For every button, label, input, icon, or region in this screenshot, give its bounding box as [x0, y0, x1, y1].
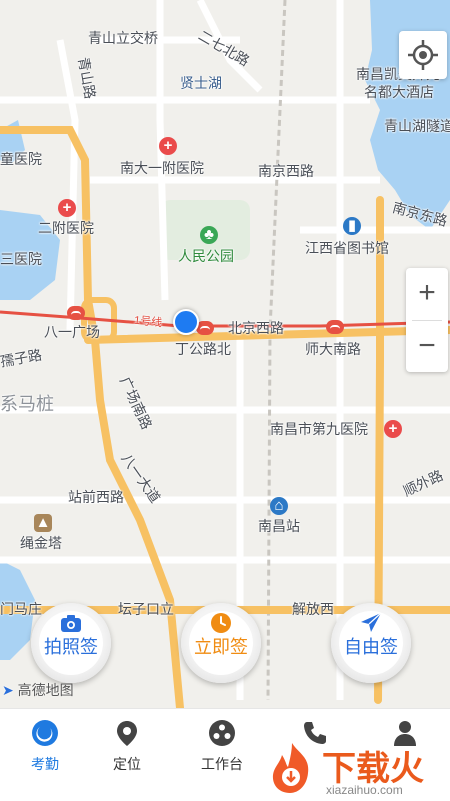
map-label-qingshan-bridge: 青山立交桥: [88, 30, 158, 46]
map-label-metro-line1: 1号线: [133, 314, 163, 330]
current-location-dot: [173, 309, 199, 335]
library-pin-icon: ▮: [343, 217, 361, 235]
flame-logo-icon: [272, 743, 309, 793]
map-label-nanda-hospital: 南大一附医院: [120, 160, 204, 176]
crosshair-icon: [408, 40, 438, 70]
hospital-pin-icon: +: [384, 420, 402, 438]
zoom-in-button[interactable]: +: [406, 268, 448, 320]
tab-attendance[interactable]: 考勤: [0, 709, 90, 801]
bottom-tab-bar: 考勤 定位 工作台 下载火 xiazaihuo.com: [0, 708, 450, 801]
amap-arrow-icon: ➤: [2, 682, 14, 698]
map-label-shengta: 绳金塔: [20, 535, 62, 551]
attendance-icon: [32, 720, 58, 746]
map-label-people-park: 人民公园: [178, 248, 234, 264]
map-label-tanzikou: 坛子口立: [118, 601, 174, 617]
map-label-ximazhuang: 系马桩: [0, 394, 54, 414]
watermark-url: xiazaihuo.com: [326, 783, 403, 797]
map-label-nanchang-station: 南昌站: [258, 518, 300, 534]
locate-button[interactable]: [399, 31, 447, 79]
watermark: 下载火 xiazaihuo.com: [262, 739, 450, 801]
camera-icon: [61, 615, 81, 632]
map-label-zhanqian-west: 站前西路: [68, 489, 124, 505]
park-pin-icon: ♣: [200, 226, 218, 244]
paper-plane-icon: [361, 612, 382, 632]
instant-sign-button[interactable]: 立即签: [181, 603, 261, 683]
tab-attendance-label: 考勤: [31, 756, 59, 772]
workbench-icon: [209, 720, 235, 746]
photo-sign-label: 拍照签: [44, 637, 98, 657]
map-label-tong-hospital: 童医院: [0, 151, 42, 167]
map-label-nanjing-west: 南京西路: [258, 163, 314, 179]
map-label-hotel-2: 名都大酒店: [364, 84, 434, 100]
tab-workbench[interactable]: 工作台: [177, 709, 267, 801]
tab-location[interactable]: 定位: [82, 709, 172, 801]
amap-logo: ➤ 高德地图: [2, 680, 74, 700]
metro-station-icon: [326, 320, 344, 334]
map-label-qingshan-tunnel: 青山湖隧道: [384, 118, 450, 134]
zoom-out-button[interactable]: −: [406, 321, 448, 373]
map-label-beijing-west: 北京西路: [228, 320, 284, 336]
hospital-pin-icon: +: [159, 137, 177, 155]
location-pin-icon: [117, 721, 137, 746]
tab-location-label: 定位: [113, 756, 141, 772]
map-label-xianshi-lake: 贤士湖: [180, 75, 222, 91]
free-sign-label: 自由签: [344, 637, 398, 657]
map-label-jiefang: 解放西: [292, 601, 334, 617]
instant-sign-label: 立即签: [194, 637, 248, 657]
hospital-pin-icon: +: [58, 199, 76, 217]
map-label-library: 江西省图书馆: [305, 240, 389, 256]
pagoda-pin-icon: ▲: [34, 514, 52, 532]
train-station-pin-icon: ⌂: [270, 497, 288, 515]
map-label-mazhuang: 门马庄: [0, 601, 42, 617]
map-view[interactable]: 青山立交桥 二七北路 青山路 贤士湖 南昌凯美开元 名都大酒店 青山湖隧道 童医…: [0, 0, 450, 708]
amap-label: 高德地图: [17, 682, 74, 698]
map-label-dinggong-north: 丁公路北: [175, 341, 231, 357]
map-label-san-hospital: 三医院: [0, 251, 42, 267]
photo-sign-button[interactable]: 拍照签: [31, 603, 111, 683]
map-label-hospital9: 南昌市第九医院: [270, 421, 368, 437]
tab-workbench-label: 工作台: [201, 756, 243, 772]
zoom-control: + −: [406, 268, 448, 372]
free-sign-button[interactable]: 自由签: [331, 603, 411, 683]
map-label-bayi-square: 八一广场: [44, 324, 100, 340]
metro-station-icon: [67, 306, 85, 320]
clock-icon: [211, 613, 231, 633]
map-label-erfu-hospital: 二附医院: [38, 220, 94, 236]
map-label-shida-south: 师大南路: [305, 341, 361, 357]
